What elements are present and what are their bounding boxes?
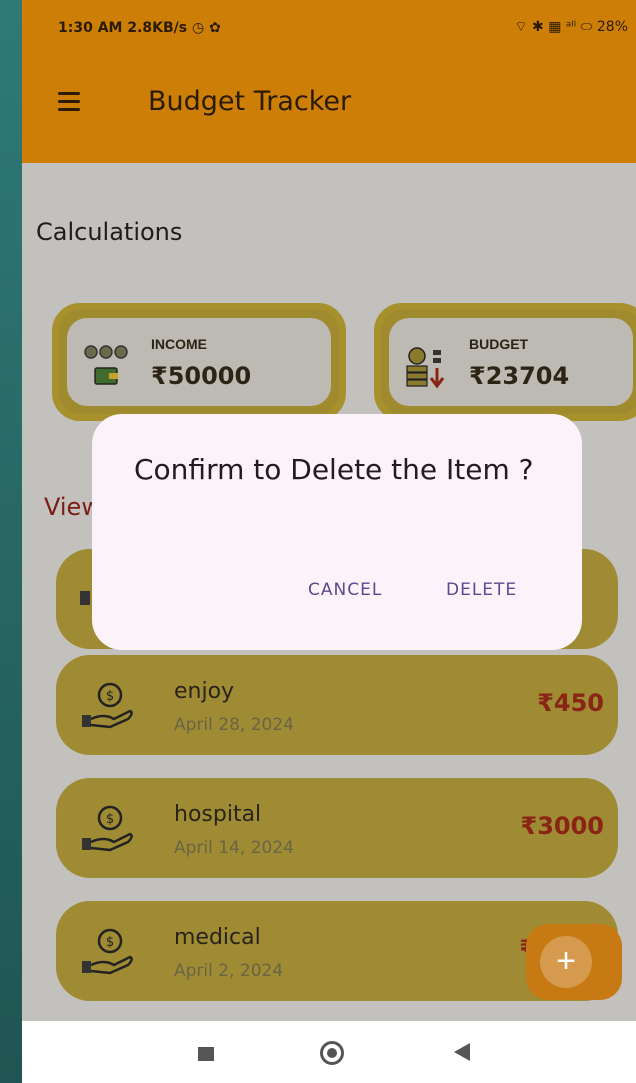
money-hand-icon: $ — [82, 805, 133, 852]
back-icon[interactable] — [454, 1043, 470, 1061]
item-date: April 14, 2024 — [174, 838, 294, 858]
app-bar: 1:30 AM 2.8KB/s ◷ ✿ ⌔ ✱ ▦ ᵃˡˡ ⬭ 28% Budg… — [22, 0, 636, 163]
status-bar-left: 1:30 AM 2.8KB/s ◷ ✿ — [58, 20, 221, 36]
income-card[interactable]: INCOME ₹50000 — [52, 303, 346, 421]
income-label: INCOME — [151, 336, 207, 352]
item-name: hospital — [174, 802, 262, 827]
confirm-delete-dialog: Confirm to Delete the Item ? CANCEL DELE… — [92, 414, 582, 650]
add-item-button[interactable]: + — [526, 924, 622, 1000]
phone-screen: 1:30 AM 2.8KB/s ◷ ✿ ⌔ ✱ ▦ ᵃˡˡ ⬭ 28% Budg… — [22, 0, 636, 1083]
hand-icon-partial — [80, 591, 90, 605]
svg-text:$: $ — [106, 689, 114, 704]
money-hand-icon: $ — [82, 928, 133, 975]
svg-text:$: $ — [106, 935, 114, 950]
list-item[interactable]: $ hospital April 14, 2024 ₹3000 — [56, 778, 618, 878]
income-value: ₹50000 — [151, 362, 252, 390]
budget-card[interactable]: BUDGET ₹23704 — [374, 303, 636, 421]
list-item[interactable]: $ enjoy April 28, 2024 ₹450 — [56, 655, 618, 755]
coins-stack-icon — [406, 347, 445, 389]
background-edge — [0, 0, 22, 1083]
svg-text:$: $ — [106, 812, 114, 827]
home-icon[interactable] — [320, 1041, 344, 1065]
item-name: enjoy — [174, 679, 235, 704]
dialog-title: Confirm to Delete the Item ? — [134, 453, 534, 486]
hamburger-menu-icon[interactable] — [58, 92, 80, 111]
item-date: April 28, 2024 — [174, 715, 294, 735]
money-hand-icon: $ — [82, 682, 133, 729]
budget-value: ₹23704 — [469, 362, 570, 390]
item-name: medical — [174, 925, 261, 950]
item-amount: ₹450 — [537, 689, 604, 717]
delete-button[interactable]: DELETE — [438, 574, 525, 606]
recents-icon[interactable] — [198, 1047, 214, 1061]
item-date: April 2, 2024 — [174, 961, 284, 981]
plus-icon: + — [540, 936, 592, 988]
item-amount: ₹3000 — [520, 812, 605, 840]
calculations-heading: Calculations — [36, 218, 183, 246]
wallet-coins-icon — [84, 345, 128, 385]
budget-label: BUDGET — [469, 336, 529, 352]
app-title: Budget Tracker — [148, 86, 352, 117]
system-nav-bar — [22, 1021, 636, 1083]
cancel-button[interactable]: CANCEL — [300, 574, 390, 606]
status-bar-right: ⌔ ✱ ▦ ᵃˡˡ ⬭ 28% — [514, 19, 628, 35]
